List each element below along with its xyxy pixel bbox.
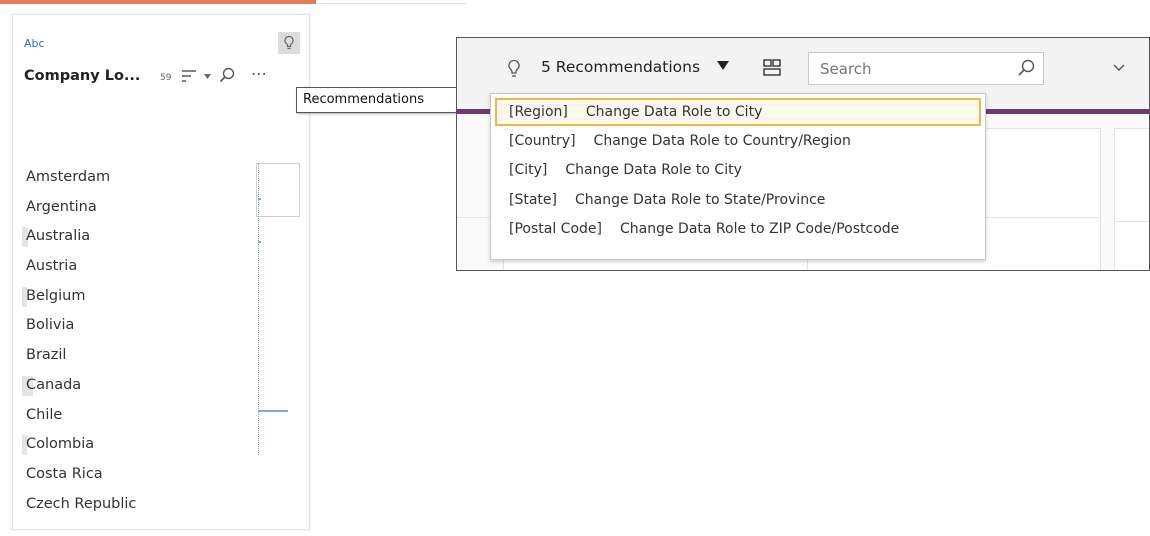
recommendations-tooltip: Recommendations	[296, 87, 458, 113]
recommendation-action: Change Data Role to Country/Region	[593, 132, 851, 149]
list-item-label: Amsterdam	[26, 169, 111, 185]
lightbulb-icon	[284, 35, 294, 50]
sort-icon[interactable]	[181, 69, 197, 83]
caret-down-icon[interactable]	[717, 61, 729, 70]
list-item[interactable]: Colombia	[13, 430, 253, 460]
recommendations-dropdown-label[interactable]: 5 Recommendations	[541, 58, 700, 76]
more-icon[interactable]: ⋯	[251, 64, 268, 83]
data-type-label: Abc	[24, 37, 45, 50]
divider	[1115, 221, 1149, 222]
recommendation-field: [Country]	[509, 132, 576, 149]
list-item-label: Brazil	[26, 347, 67, 364]
recommendations-button[interactable]	[278, 32, 300, 54]
scroll-marker	[258, 241, 261, 243]
scroll-marker	[258, 410, 288, 412]
list-item-label: Austria	[26, 258, 78, 275]
list-item-label: Bolivia	[26, 317, 75, 334]
list-item[interactable]: Belgium	[13, 282, 253, 312]
recommendation-action: Change Data Role to State/Province	[574, 191, 826, 208]
list-item-label: Canada	[26, 376, 82, 393]
recommendations-menu: [Region] Change Data Role to City [Country…	[490, 93, 986, 260]
recommendation-item[interactable]: [Postal Code] Change Data Role to ZIP Cod…	[495, 216, 981, 244]
list-item-label: Costa Rica	[26, 465, 103, 482]
recommendation-action: Change Data Role to ZIP Code/Postcode	[619, 221, 900, 237]
recommendation-field: [Postal Code]	[509, 221, 602, 237]
recommendation-action: Change Data Role to City	[585, 104, 763, 120]
recommendation-field: [State]	[509, 191, 557, 208]
recommendation-field: [Region]	[509, 104, 568, 120]
list-item[interactable]: Austria	[13, 252, 253, 282]
recommendation-field: [City]	[509, 162, 548, 178]
list-item[interactable]: Argentina	[13, 193, 253, 223]
list-item[interactable]: Brazil	[13, 341, 253, 371]
search-input[interactable]	[808, 52, 1044, 85]
list-item[interactable]: Bolivia	[13, 311, 253, 341]
recommendation-item[interactable]: [Region] Change Data Role to City	[495, 98, 981, 126]
list-item[interactable]: Australia	[13, 222, 253, 252]
field-profile-card: Abc Company Lo... 59 ⋯ Amsterdam Argentin…	[12, 14, 310, 530]
layout-icon[interactable]	[762, 58, 782, 78]
list-item[interactable]: Costa Rica	[13, 460, 253, 490]
lightbulb-icon	[508, 59, 520, 77]
adjacent-profile-card	[1114, 128, 1149, 270]
recommendation-item[interactable]: [City] Change Data Role to City	[495, 157, 981, 185]
scroll-thumb[interactable]	[256, 163, 300, 217]
list-item-label: Colombia	[26, 436, 95, 453]
list-item[interactable]: Czech Republic	[13, 490, 253, 520]
sort-caret-icon[interactable]	[204, 74, 211, 79]
values-list: Amsterdam Argentina Australia Austria Belgiu…	[13, 163, 253, 519]
list-item-label: Belgium	[26, 287, 86, 304]
recommendation-item[interactable]: [Country] Change Data Role to Country/Reg…	[495, 128, 981, 156]
recommendation-item[interactable]: [State] Change Data Role to State/Provinc…	[495, 187, 981, 215]
list-item-label: Chile	[26, 406, 63, 423]
zoomed-recommendations-panel: 5 Recommendations [Region] Change Data Ro…	[456, 37, 1150, 271]
top-accent-bar	[0, 0, 316, 4]
list-item-label: Czech Republic	[26, 495, 137, 512]
list-item-label: Argentina	[26, 198, 97, 215]
list-item[interactable]: Chile	[13, 401, 253, 431]
list-item[interactable]: Amsterdam	[13, 163, 253, 193]
recommendation-action: Change Data Role to City	[565, 162, 742, 178]
list-item[interactable]: Canada	[13, 371, 253, 401]
value-count: 59	[160, 73, 172, 83]
field-name[interactable]: Company Lo...	[24, 68, 140, 84]
list-item-label: Australia	[26, 228, 91, 245]
search-icon[interactable]	[1017, 59, 1035, 77]
scroll-marker	[258, 198, 261, 200]
top-divider	[316, 3, 466, 4]
chevron-down-icon[interactable]	[1113, 64, 1125, 72]
search-icon[interactable]	[219, 67, 235, 83]
